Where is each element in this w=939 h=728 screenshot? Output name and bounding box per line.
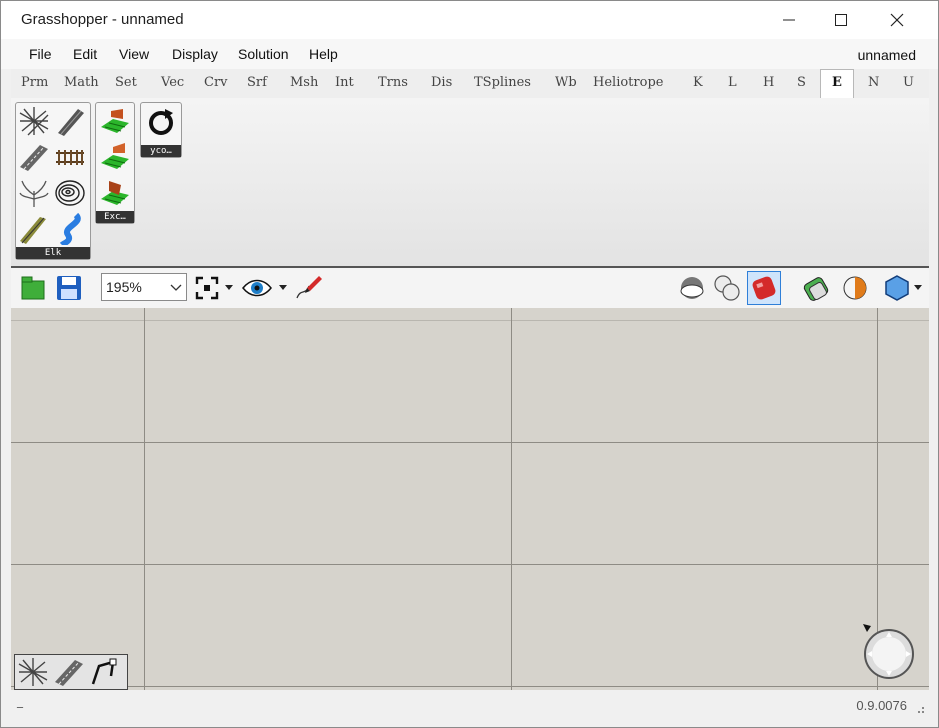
tab-crv[interactable]: Crv (204, 75, 228, 90)
grid-line (11, 442, 929, 443)
tab-dis[interactable]: Dis (431, 75, 452, 90)
tab-n[interactable]: N (868, 75, 879, 90)
grid-line (511, 308, 512, 690)
tab-math[interactable]: Math (64, 75, 99, 90)
save-file-icon[interactable] (55, 274, 83, 302)
grid-line (11, 564, 929, 565)
tab-s[interactable]: S (797, 75, 806, 90)
status-message: _ (17, 694, 23, 708)
grid-line (11, 320, 929, 321)
grasshopper-canvas[interactable] (11, 308, 929, 690)
excavate-grid-icon-1[interactable] (99, 105, 131, 137)
tab-prm[interactable]: Prm (21, 75, 48, 90)
menu-solution[interactable]: Solution (238, 46, 289, 62)
panel-yco: yco… (140, 102, 182, 158)
tab-set[interactable]: Set (115, 75, 137, 90)
tree-roots-icon[interactable] (18, 177, 50, 209)
title-bar[interactable]: Grasshopper - unnamed (1, 1, 938, 39)
river-icon[interactable] (54, 213, 86, 245)
zoom-extents-dropdown-icon[interactable] (225, 285, 233, 291)
preview-mesh-quality-icon[interactable] (841, 274, 869, 302)
status-bar: _ 0.9.0076 (11, 690, 929, 718)
menu-edit[interactable]: Edit (73, 46, 97, 62)
tab-trns[interactable]: Trns (378, 75, 408, 90)
highway-icon[interactable] (18, 141, 50, 173)
grid-line (11, 686, 929, 687)
excavate-grid-icon-3[interactable] (99, 177, 131, 209)
recent-components-bar (14, 654, 128, 690)
preview-selected-button[interactable] (747, 271, 781, 305)
menu-view[interactable]: View (119, 46, 149, 62)
window-title: Grasshopper - unnamed (21, 11, 184, 28)
tab-int[interactable]: Int (335, 75, 354, 90)
panel-yco-label: yco… (141, 145, 181, 157)
canvas-toolbar: 195% (11, 268, 929, 309)
tab-k[interactable]: K (693, 75, 703, 90)
tab-u[interactable]: U (903, 75, 914, 90)
railway-icon[interactable] (54, 141, 86, 173)
chevron-down-icon (170, 284, 182, 291)
eye-preview-icon[interactable] (241, 276, 273, 300)
tab-vec[interactable]: Vec (161, 75, 184, 90)
road-line-icon[interactable] (54, 105, 86, 137)
panel-exc-label: Exc… (96, 211, 134, 223)
grid-line (144, 308, 145, 690)
polyline-curve-icon[interactable] (89, 656, 121, 688)
preview-dropdown-icon[interactable] (279, 285, 287, 291)
component-tabs: Prm Math Set Vec Crv Srf Msh Int Trns Di… (11, 69, 929, 99)
mesh-network-icon[interactable] (17, 656, 49, 688)
tab-msh[interactable]: Msh (290, 75, 318, 90)
mesh-network-icon[interactable] (18, 105, 50, 137)
tab-heliotrope[interactable]: Heliotrope (593, 75, 663, 90)
sketch-pen-icon[interactable] (293, 274, 323, 302)
tab-e[interactable]: E (832, 75, 842, 90)
hexagon-icon[interactable] (883, 274, 911, 302)
display-dropdown-icon[interactable] (914, 285, 922, 291)
red-box-icon (752, 276, 776, 300)
zoom-extents-icon[interactable] (195, 276, 219, 300)
open-file-icon[interactable] (19, 274, 47, 302)
minimize-icon (783, 19, 795, 21)
topography-icon[interactable] (54, 177, 86, 209)
close-icon (890, 13, 904, 27)
tab-tsplines[interactable]: TSplines (474, 75, 531, 90)
grasshopper-window: Grasshopper - unnamed File Edit View Dis… (0, 0, 939, 728)
component-ribbon: Elk Exc… yco… (11, 98, 929, 268)
menu-file[interactable]: File (29, 46, 52, 62)
zoom-value: 195% (106, 279, 142, 295)
panel-elk: Elk (15, 102, 91, 260)
refresh-cycle-icon[interactable] (145, 107, 177, 139)
document-preview-settings-icon[interactable] (803, 274, 831, 302)
panel-exc: Exc… (95, 102, 135, 224)
panel-elk-label: Elk (16, 247, 90, 259)
maximize-button[interactable] (813, 1, 869, 39)
version-label: 0.9.0076 (856, 698, 907, 713)
navigation-compass-icon[interactable] (859, 622, 919, 682)
tab-srf[interactable]: Srf (247, 75, 267, 90)
maximize-icon (835, 14, 847, 26)
tab-wb[interactable]: Wb (555, 75, 577, 90)
preview-wireframe-icon[interactable] (678, 274, 706, 302)
preview-shaded-icon[interactable] (713, 274, 741, 302)
tab-l[interactable]: L (728, 75, 737, 90)
menu-bar: File Edit View Display Solution Help unn… (1, 39, 938, 69)
document-name: unnamed (857, 47, 916, 63)
tab-h[interactable]: H (763, 75, 774, 90)
highway-icon[interactable] (53, 656, 85, 688)
minimize-button[interactable] (761, 1, 817, 39)
excavate-grid-icon-2[interactable] (99, 141, 131, 173)
close-button[interactable] (869, 1, 925, 39)
menu-display[interactable]: Display (172, 46, 218, 62)
menu-help[interactable]: Help (309, 46, 338, 62)
zoom-dropdown[interactable]: 195% (101, 273, 187, 301)
resize-grip-icon[interactable] (915, 704, 925, 714)
paths-icon[interactable] (18, 213, 50, 245)
